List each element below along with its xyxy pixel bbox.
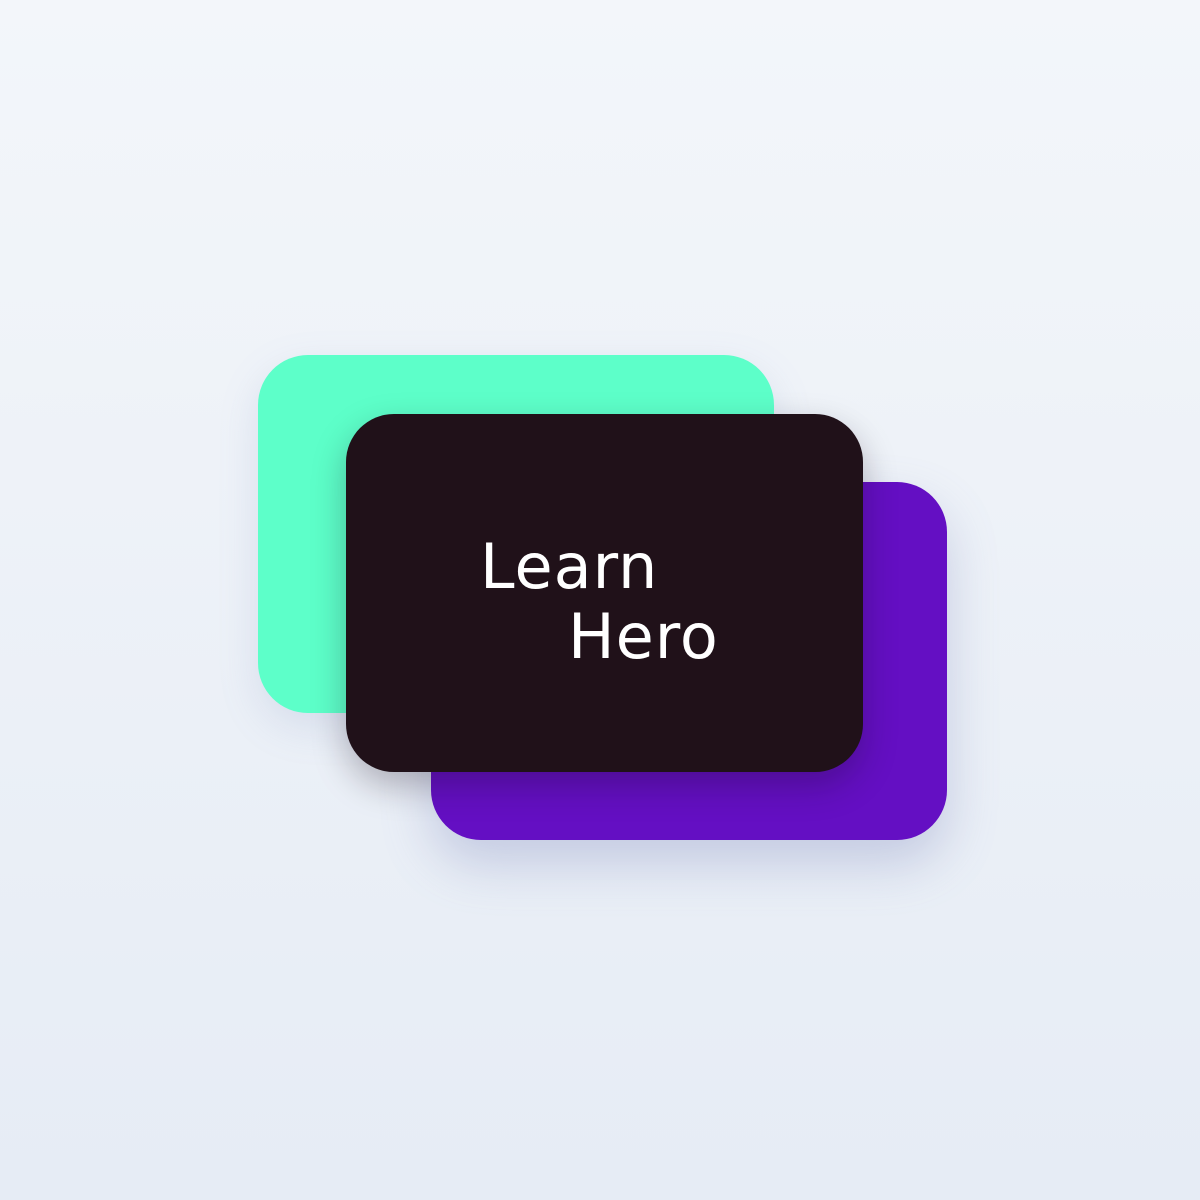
learn-hero-logo: Learn Hero bbox=[0, 0, 1200, 1200]
logo-wordmark: Learn Hero bbox=[480, 530, 780, 680]
wordmark-line-2: Hero bbox=[568, 600, 719, 673]
wordmark-line-1: Learn bbox=[480, 530, 659, 603]
